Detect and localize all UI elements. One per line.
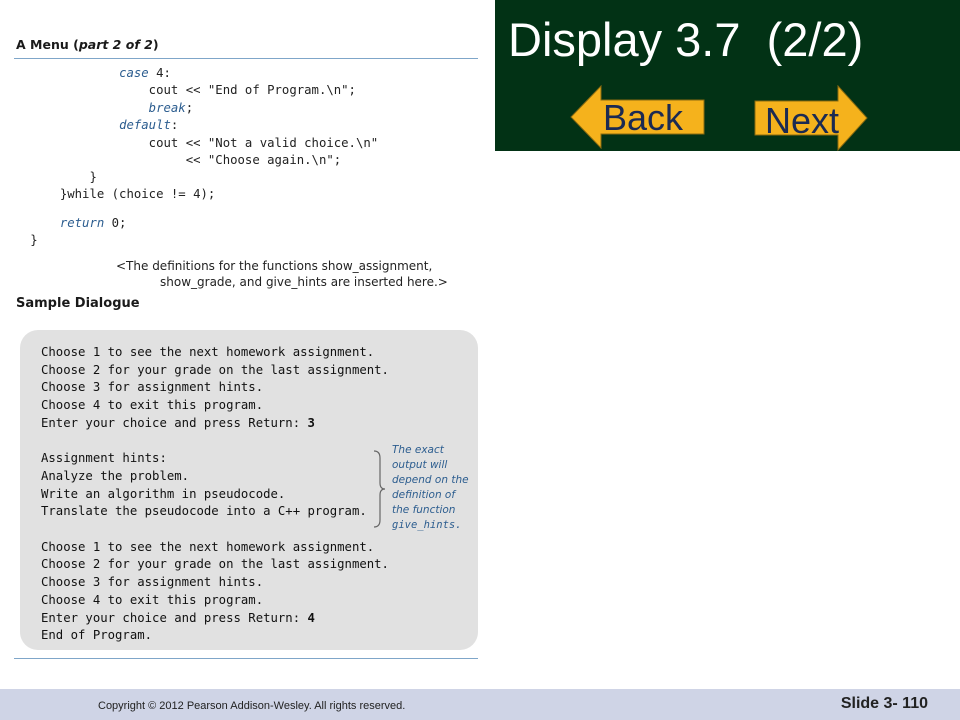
figure-top-rule [14,58,478,59]
dialogue-line: Enter your choice and press Return: 3 [41,415,315,430]
code-keyword: default [119,118,171,132]
copyright-text: Copyright © 2012 Pearson Addison-Wesley.… [98,700,406,712]
next-button[interactable]: Next [754,85,869,151]
code-line: << "Choose again.\n"; [185,153,342,167]
dialogue-line: Translate the pseudocode into a C++ prog… [41,504,367,519]
dialogue-line: Choose 3 for assignment hints. [41,380,264,395]
dialogue-line: Choose 2 for your grade on the last assi… [41,557,389,572]
slide-title: Display 3.7 (2/2) [508,13,864,66]
code-line: }while (choice != 4); [59,187,216,201]
code-line: cout << "End of Program.\n"; [148,83,356,97]
figure-bottom-rule [14,658,478,659]
code-keyword: case [119,66,149,80]
dialogue-line: Write an algorithm in pseudocode. [41,486,286,501]
annotation-line: output will [392,459,448,471]
definitions-note-line-1: <The definitions for the functions show_… [116,259,433,273]
code-line: cout << "Not a valid choice.\n" [148,136,379,150]
annotation-lines: The exact output will depend on the definit… [392,443,469,518]
annotation-function-name: give_hints. [392,519,462,531]
figure-title-prefix: A Menu ( [16,37,79,52]
dialogue-line: Enter your choice and press Return: 4 [41,610,315,625]
figure-title-italic: part 2 of 2 [78,37,153,52]
dialogue-line: Assignment hints: [41,451,167,466]
annotation-line: depend on the [392,474,469,486]
slide-title-block: Display 3.7 (2/2) Back Next [495,0,960,151]
curly-brace-icon [373,450,386,528]
code-line: break; [148,101,194,115]
dialogue-line: Choose 1 to see the next homework assign… [41,539,375,554]
sample-dialogue-title: Sample Dialogue [16,296,140,311]
annotation-line: The exact [392,444,444,456]
back-button-label: Back [603,97,684,138]
slide-footer: Copyright © 2012 Pearson Addison-Wesley.… [0,689,960,720]
back-button[interactable]: Back [570,85,705,149]
dialogue-line: Choose 1 to see the next homework assign… [41,345,375,359]
slide-number: Slide 3- 110 [840,695,928,712]
code-line: } [89,170,97,184]
display-figure: A Menu (part 2 of 2) case 4: cout << "En… [0,0,480,690]
code-line: case 4: [119,66,171,80]
annotation-line: definition of [392,489,456,501]
dialogue-line: Analyze the problem. [41,468,190,483]
figure-title-suffix: ) [152,37,159,52]
code-line: return 0; [59,216,127,230]
dialogue-line: Choose 3 for assignment hints. [41,575,264,590]
dialogue-line: Choose 4 to exit this program. [41,592,264,607]
definitions-note-line-2: show_grade, and give_hints are inserted … [160,275,448,289]
code-keyword: break [148,101,186,115]
code-line: } [30,233,38,247]
dialogue-line: Choose 4 to exit this program. [41,398,264,413]
output-annotation: The exact output will depend on the definit… [392,443,469,533]
dialogue-line: End of Program. [41,628,153,643]
user-input: 3 [307,415,315,430]
code-line: default: [119,118,179,132]
annotation-line: the function [392,504,456,516]
next-button-label: Next [765,100,840,141]
user-input: 4 [307,610,315,625]
dialogue-line: Choose 2 for your grade on the last assi… [41,362,389,377]
figure-title: A Menu (part 2 of 2) [16,37,159,52]
code-keyword: return [59,216,105,230]
